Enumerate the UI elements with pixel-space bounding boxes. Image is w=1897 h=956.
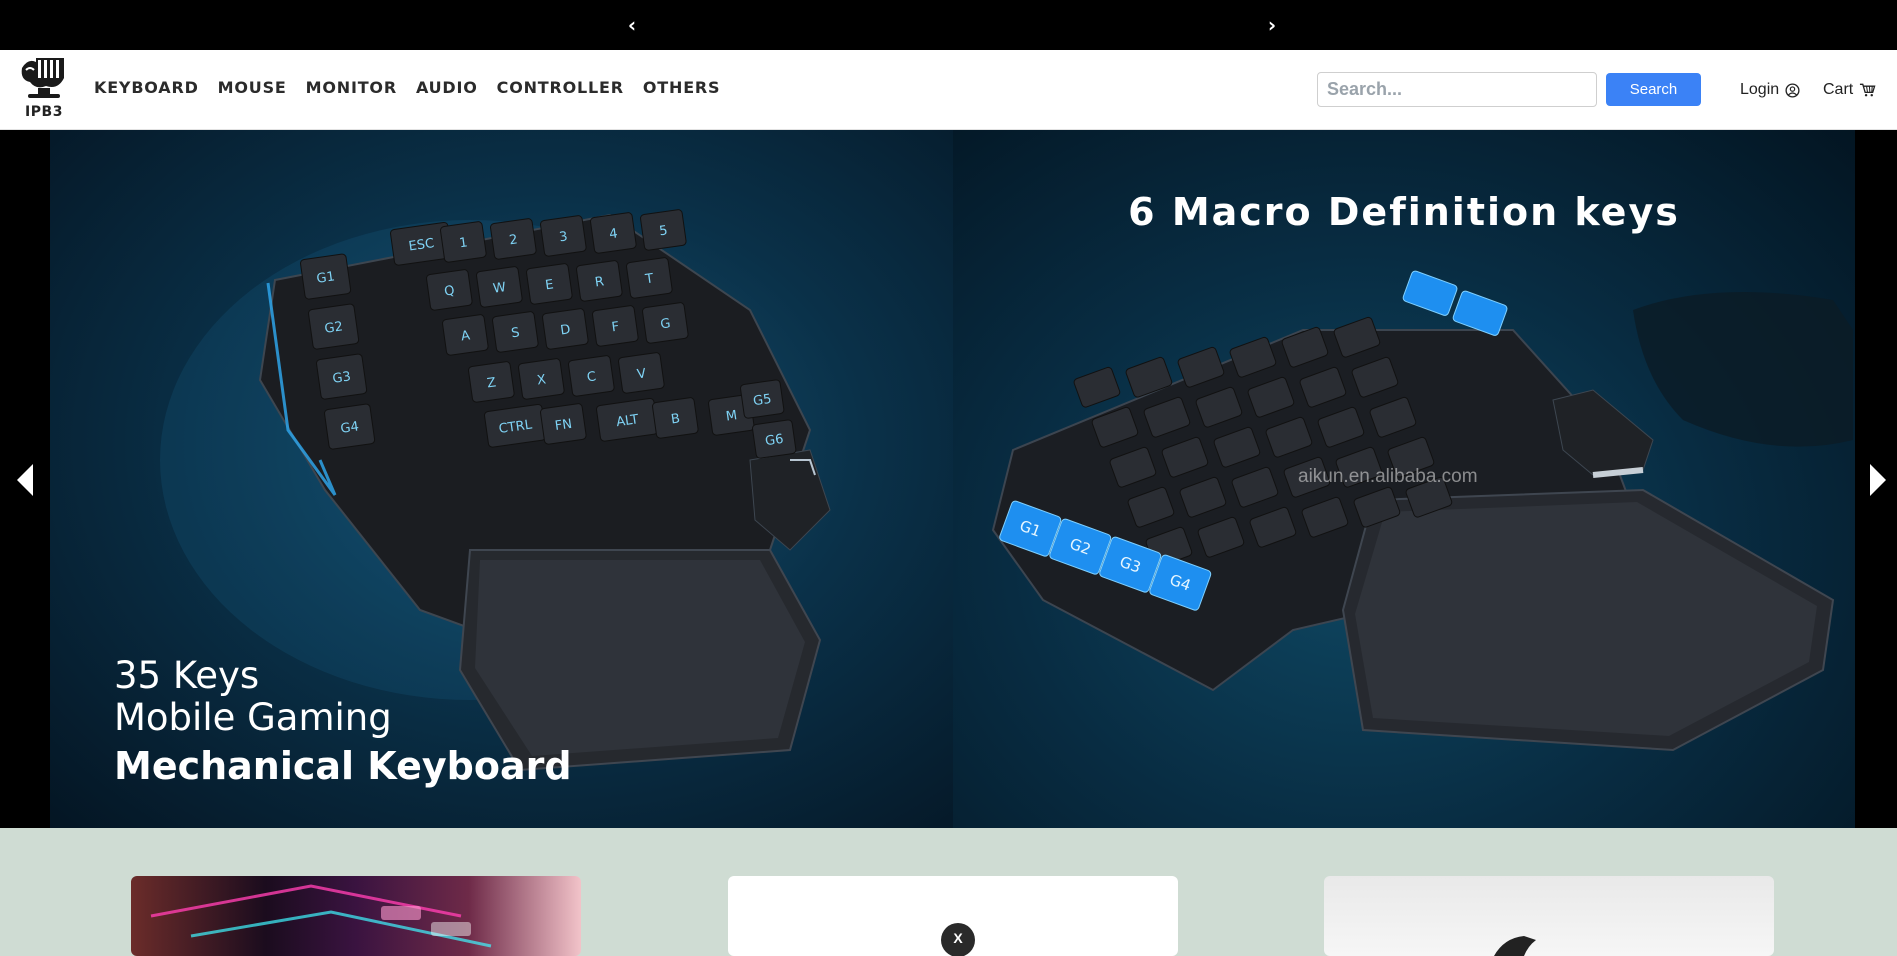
announcement-bar: ‹ › (0, 0, 1897, 50)
svg-text:G5: G5 (752, 392, 772, 409)
key-t: T (626, 257, 673, 299)
brand-logo[interactable]: IPB3 (18, 56, 70, 122)
key-g4: G4 (324, 403, 376, 450)
svg-text:G6: G6 (764, 432, 784, 449)
key-v: V (618, 352, 665, 394)
key- (1073, 366, 1121, 408)
cart-link[interactable]: Cart (1823, 81, 1876, 99)
controller-card[interactable]: X (728, 876, 1178, 956)
user-circle-icon (1785, 82, 1800, 98)
key-ctrl: CTRL (484, 403, 547, 448)
logo-text: IPB3 (25, 104, 63, 120)
svg-text:W: W (492, 280, 507, 297)
key-g: G (642, 302, 689, 344)
key-e: E (526, 263, 573, 305)
key-alt: ALT (596, 397, 659, 442)
key-f: F (592, 305, 639, 347)
key-b: B (652, 397, 699, 439)
key-d: D (542, 308, 589, 350)
rgb-keyboard-image (150, 884, 492, 948)
key-g6: G6 (752, 419, 797, 459)
hero-slide-macro-keys[interactable]: G1 G2 G3 G4 6 Macro Definition keys aikun.e… (953, 130, 1855, 828)
svg-text:D: D (560, 322, 572, 338)
login-label: Login (1740, 81, 1780, 98)
hero-line-2: Mobile Gaming (114, 696, 392, 739)
search-input[interactable] (1317, 72, 1597, 107)
svg-text:M: M (725, 408, 738, 424)
svg-text:FN: FN (554, 417, 573, 434)
svg-text:G1: G1 (316, 269, 336, 286)
hero-line-3: Mechanical Keyboard (114, 744, 572, 788)
mouse-card[interactable] (1324, 876, 1774, 956)
svg-text:G3: G3 (332, 369, 352, 386)
nav-item-mouse[interactable]: MOUSE (218, 78, 287, 97)
mouse-image (1494, 936, 1536, 956)
key-2: 2 (490, 218, 537, 260)
category-cards: X (0, 828, 1897, 956)
nav-item-audio[interactable]: AUDIO (416, 78, 478, 97)
key-3: 3 (540, 215, 587, 257)
xbox-logo-icon: X (941, 923, 975, 956)
key-g5: G5 (740, 379, 785, 419)
svg-text:G: G (659, 316, 671, 332)
rgb-keyboard-card[interactable] (131, 876, 581, 956)
chevron-right-icon[interactable]: › (1262, 14, 1282, 36)
hero-carousel: ESC 1 2 3 4 5 Q W E R T A S D F G Z X C V CTRL FN ALT B M G1 G2 G3 G… (0, 130, 1897, 828)
chevron-left-icon[interactable]: ‹ (622, 14, 642, 36)
watermark-text: aikun.en.alibaba.com (1298, 466, 1478, 487)
key-s: S (492, 311, 539, 353)
key-4: 4 (590, 212, 637, 254)
key-z: Z (468, 361, 515, 403)
key-1: 1 (440, 221, 487, 263)
hero-line-1: 35 Keys (114, 654, 260, 697)
cart-label: Cart (1823, 81, 1854, 98)
key-g1: G1 (300, 253, 352, 300)
nav-item-controller[interactable]: CONTROLLER (497, 78, 624, 97)
key-r: R (576, 260, 623, 302)
triangle-right-icon[interactable] (1866, 460, 1890, 500)
nav-item-others[interactable]: OTHERS (643, 78, 720, 97)
login-link[interactable]: Login (1740, 81, 1800, 99)
key-g3: G3 (316, 353, 368, 400)
key-x: X (518, 358, 565, 400)
monitor-logo-icon (21, 58, 64, 98)
svg-text:G4: G4 (340, 419, 360, 436)
key- (1402, 270, 1458, 316)
key-g2: G2 (308, 303, 360, 350)
svg-text:G2: G2 (324, 319, 344, 336)
cart-icon (1860, 83, 1876, 97)
search-button[interactable]: Search (1606, 73, 1701, 106)
nav-item-monitor[interactable]: MONITOR (306, 78, 397, 97)
nav-item-keyboard[interactable]: KEYBOARD (94, 78, 199, 97)
svg-text:ALT: ALT (615, 412, 639, 430)
main-nav: KEYBOARD MOUSE MONITOR AUDIO CONTROLLER … (94, 78, 720, 97)
key-5: 5 (640, 209, 687, 251)
triangle-left-icon[interactable] (13, 460, 37, 500)
site-header: IPB3 KEYBOARD MOUSE MONITOR AUDIO CONTRO… (0, 50, 1897, 130)
key-w: W (476, 266, 523, 308)
hero-slide-keyboard[interactable]: ESC 1 2 3 4 5 Q W E R T A S D F G Z X C V CTRL FN ALT B M G1 G2 G3 G… (50, 130, 953, 828)
svg-text:Q: Q (443, 283, 455, 299)
key-q: Q (426, 269, 473, 311)
key-fn: FN (540, 403, 587, 445)
key-a: A (442, 314, 489, 356)
hero-slide-title: 6 Macro Definition keys (1128, 190, 1680, 234)
key-c: C (568, 355, 615, 397)
